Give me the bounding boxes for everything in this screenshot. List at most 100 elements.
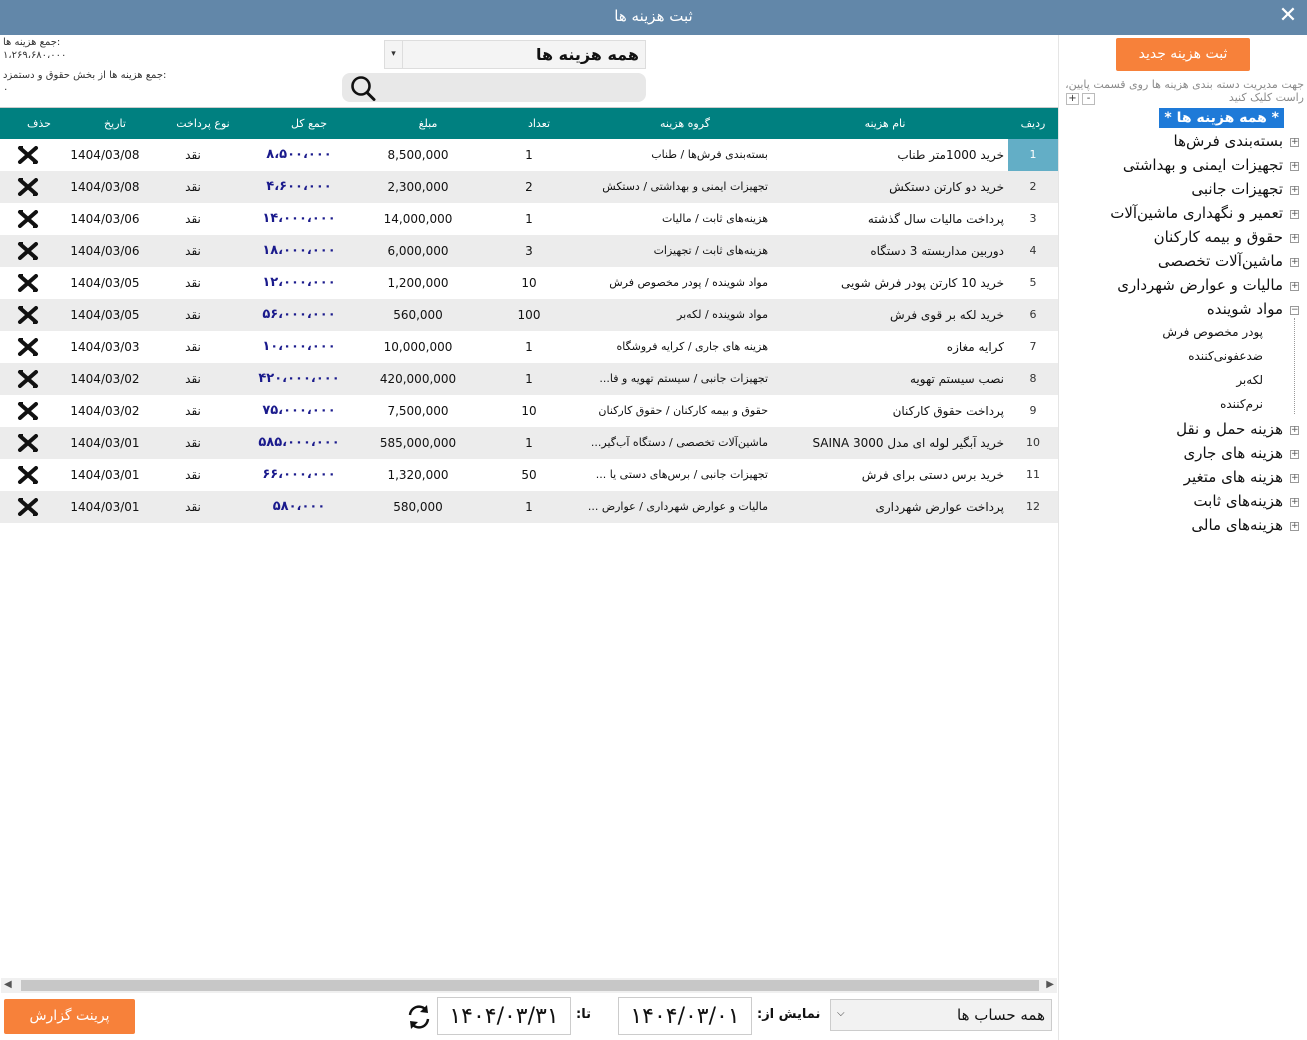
title-bar: ثبت هزینه ها ✕ <box>0 0 1307 35</box>
tree-item[interactable]: بسته‌بندی فرش‌ها <box>1174 132 1283 150</box>
horizontal-scrollbar[interactable]: ◀ ▶ <box>1 978 1057 993</box>
tree-subitem[interactable]: ضدعفونی‌کننده <box>1188 349 1263 363</box>
tree-item[interactable]: مالیات و عوارض شهرداری <box>1117 276 1283 294</box>
scroll-left-icon[interactable]: ◀ <box>4 979 12 990</box>
table-row[interactable]: 11 خرید برس دستی برای فرش تجهیزات جانبی / … <box>0 459 1058 491</box>
total-cell: ۱۸،۰۰۰،۰۰۰ <box>262 243 336 258</box>
tree-item[interactable]: هزینه‌های مالی <box>1191 516 1283 534</box>
from-date-field[interactable]: ۱۴۰۴/۰۳/۰۱ <box>618 997 752 1035</box>
table-row[interactable]: 9 پرداخت حقوق کارکنان حقوق و بیمه کارکنان … <box>0 395 1058 427</box>
header-date[interactable]: تاریخ <box>70 117 160 130</box>
table-row[interactable]: 12 پرداخت عوارض شهرداری مالیات و عوارض شهر… <box>0 491 1058 523</box>
delete-icon[interactable] <box>16 498 40 516</box>
collapse-all-button[interactable]: - <box>1082 93 1095 105</box>
tree-item[interactable]: ماشین‌آلات تخصصی <box>1158 252 1283 270</box>
chevron-down-icon[interactable]: ⌵ <box>837 1008 845 1019</box>
expand-node-icon[interactable]: + <box>1290 498 1299 507</box>
expense-group-cell: تجهیزات ایمنی و بهداشتی / دستکش <box>602 180 768 193</box>
scroll-right-icon[interactable]: ▶ <box>1046 979 1054 990</box>
tree-item[interactable]: تجهیزات جانبی <box>1191 180 1283 198</box>
total-cell: ۴،۶۰۰،۰۰۰ <box>266 179 332 194</box>
search-icon[interactable] <box>348 74 378 102</box>
expand-all-button[interactable]: + <box>1066 93 1079 105</box>
delete-icon[interactable] <box>16 370 40 388</box>
expand-node-icon[interactable]: + <box>1290 162 1299 171</box>
header-delete[interactable]: حذف <box>14 117 64 130</box>
tree-subitem[interactable]: لکه‌بر <box>1236 373 1263 387</box>
tree-item[interactable]: تعمیر و نگهداری ماشین‌آلات <box>1110 204 1283 222</box>
scrollbar-thumb[interactable] <box>21 980 1039 991</box>
expense-group-cell: هزینه‌های ثابت / تجهیزات <box>653 244 768 257</box>
delete-icon[interactable] <box>16 178 40 196</box>
table-row[interactable]: 3 پرداخت مالیات سال گذشته هزینه‌های ثابت /… <box>0 203 1058 235</box>
payment-type-cell: نقد <box>185 404 201 418</box>
to-date-field[interactable]: ۱۴۰۴/۰۳/۳۱ <box>437 997 571 1035</box>
row-number-cell: 11 <box>1026 468 1040 481</box>
delete-icon[interactable] <box>16 466 40 484</box>
header-qty[interactable]: تعداد <box>500 117 578 130</box>
header-total[interactable]: جمع کل <box>254 117 364 130</box>
expand-node-icon[interactable]: + <box>1290 138 1299 147</box>
header-price[interactable]: مبلغ <box>380 117 476 130</box>
expand-node-icon[interactable]: + <box>1290 258 1299 267</box>
row-number-cell: 9 <box>1029 404 1037 417</box>
collapse-node-icon[interactable]: − <box>1290 306 1299 315</box>
tree-item[interactable]: حقوق و بیمه کارکنان <box>1154 228 1283 246</box>
table-row[interactable]: 10 خرید آبگیر لوله ای مدل SAINA 3000 ماشین… <box>0 427 1058 459</box>
table-row[interactable]: 6 خرید لکه بر قوی فرش مواد شوینده / لکه‌بر… <box>0 299 1058 331</box>
tree-subitem[interactable]: پودر مخصوص فرش <box>1162 325 1263 339</box>
header-payment-type[interactable]: نوع پرداخت <box>160 117 246 130</box>
delete-icon[interactable] <box>16 242 40 260</box>
payment-type-cell: نقد <box>185 212 201 226</box>
table-row[interactable]: 7 کرایه مغازه هزینه های جاری / کرایه فروشگ… <box>0 331 1058 363</box>
tree-item[interactable]: تجهیزات ایمنی و بهداشتی <box>1123 156 1283 174</box>
expand-node-icon[interactable]: + <box>1290 522 1299 531</box>
tree-item[interactable]: هزینه های جاری <box>1183 444 1283 462</box>
header-row[interactable]: ردیف <box>1008 117 1058 130</box>
table-row[interactable]: 1 خرید 1000متر طناب بسته‌بندی فرش‌ها / طنا… <box>0 139 1058 171</box>
tree-item[interactable]: هزینه های متغیر <box>1184 468 1283 486</box>
expense-group-cell: مواد شوینده / پودر مخصوص فرش <box>609 276 768 289</box>
print-report-button[interactable]: پرینت گزارش <box>4 999 135 1034</box>
delete-icon[interactable] <box>16 306 40 324</box>
price-cell: 1,320,000 <box>387 468 449 482</box>
delete-icon[interactable] <box>16 274 40 292</box>
tree-connector <box>1294 318 1295 414</box>
table-row[interactable]: 5 خرید 10 کارتن پودر فرش شویی مواد شوینده … <box>0 267 1058 299</box>
expand-node-icon[interactable]: + <box>1290 282 1299 291</box>
delete-icon[interactable] <box>16 338 40 356</box>
header-name[interactable]: نام هزینه <box>800 117 970 130</box>
close-icon[interactable]: ✕ <box>1275 3 1301 29</box>
header-group[interactable]: گروه هزینه <box>600 117 770 130</box>
table-row[interactable]: 2 خرید دو کارتن دستکش تجهیزات ایمنی و بهدا… <box>0 171 1058 203</box>
tree-item[interactable]: هزینه‌های ثابت <box>1193 492 1283 510</box>
delete-icon[interactable] <box>16 434 40 452</box>
new-expense-button[interactable]: ثبت هزینه جدید <box>1116 38 1250 71</box>
delete-icon[interactable] <box>16 210 40 228</box>
expand-node-icon[interactable]: + <box>1290 450 1299 459</box>
expand-node-icon[interactable]: + <box>1290 210 1299 219</box>
search-input[interactable] <box>384 76 638 99</box>
date-cell: 1404/03/06 <box>70 212 140 226</box>
expand-node-icon[interactable]: + <box>1290 426 1299 435</box>
total-expenses-value: ۱،۲۶۹،۶۸۰،۰۰۰ <box>3 50 67 61</box>
category-filter-select[interactable]: ▾ همه هزینه ها <box>384 40 646 69</box>
quantity-cell: 10 <box>521 276 537 290</box>
tree-item[interactable]: هزینه حمل و نقل <box>1176 420 1283 438</box>
expand-node-icon[interactable]: + <box>1290 234 1299 243</box>
account-select[interactable]: ⌵ همه حساب ها <box>830 999 1052 1031</box>
tree-item-all-expenses[interactable]: * همه هزینه ها * <box>1159 108 1284 128</box>
footer-bar: پرینت گزارش ۱۴۰۴/۰۳/۳۱ تا: ۱۴۰۴/۰۳/۰۱ نم… <box>0 995 1307 1040</box>
expand-node-icon[interactable]: + <box>1290 186 1299 195</box>
refresh-icon[interactable] <box>405 1003 433 1031</box>
delete-icon[interactable] <box>16 402 40 420</box>
dropdown-arrow-icon[interactable]: ▾ <box>385 41 403 68</box>
table-row[interactable]: 4 دوربین مداربسته 3 دستگاه هزینه‌های ثابت … <box>0 235 1058 267</box>
tree-item[interactable]: مواد شوینده <box>1207 300 1283 318</box>
delete-icon[interactable] <box>16 146 40 164</box>
price-cell: 585,000,000 <box>379 436 457 450</box>
tree-subitem[interactable]: نرم‌کننده <box>1220 397 1263 411</box>
expand-node-icon[interactable]: + <box>1290 474 1299 483</box>
category-sidebar: ثبت هزینه جدید جهت مدیریت دسته بندی هزین… <box>1058 35 1307 1040</box>
table-row[interactable]: 8 نصب سیستم تهویه تجهیزات جانبی / سیستم ته… <box>0 363 1058 395</box>
